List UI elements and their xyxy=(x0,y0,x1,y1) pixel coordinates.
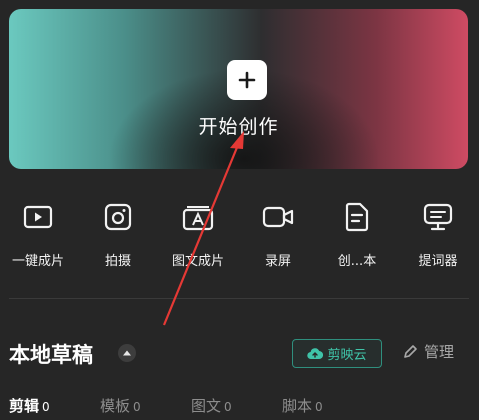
plus-icon[interactable] xyxy=(227,60,267,100)
tool-label: 提词器 xyxy=(418,254,458,269)
tool-label: 拍摄 xyxy=(104,254,131,269)
manage-button[interactable]: 管理 xyxy=(402,341,454,362)
tab-template[interactable]: 模板 0 xyxy=(100,395,141,416)
start-create-label: 开始创作 xyxy=(198,116,279,138)
tool-text-to-video[interactable]: 图文成片 xyxy=(163,200,233,269)
tab-script[interactable]: 脚本 0 xyxy=(282,395,323,416)
tab-edit[interactable]: 剪辑 0 xyxy=(9,395,50,416)
tool-label: 创...本 xyxy=(337,254,377,269)
quick-tools-row: 一键成片 拍摄 图文成片 录屏 创...本 提词器 xyxy=(0,200,479,280)
tool-label: 录屏 xyxy=(264,254,291,269)
tab-label: 脚本 xyxy=(282,397,313,415)
collapse-icon[interactable] xyxy=(117,343,137,363)
tool-one-click-video[interactable]: 一键成片 xyxy=(3,200,73,269)
tool-label: 图文成片 xyxy=(171,254,224,269)
tab-label: 剪辑 xyxy=(9,397,40,415)
pencil-icon xyxy=(404,344,417,358)
teleprompter-icon xyxy=(421,200,455,234)
tab-count: 0 xyxy=(224,400,232,414)
manage-label: 管理 xyxy=(424,343,455,361)
start-create-banner[interactable]: 开始创作 xyxy=(9,9,468,169)
tab-text-image[interactable]: 图文 0 xyxy=(191,395,232,416)
tool-shoot[interactable]: 拍摄 xyxy=(83,200,153,269)
tool-label: 一键成片 xyxy=(11,254,64,269)
local-drafts-title: 本地草稿 xyxy=(9,343,93,367)
tab-count: 0 xyxy=(42,400,50,414)
text-image-icon xyxy=(181,200,215,234)
script-icon xyxy=(340,200,374,234)
section-divider xyxy=(9,298,469,299)
cloud-button-label: 剪映云 xyxy=(327,348,367,363)
tab-label: 图文 xyxy=(191,397,222,415)
camera-icon xyxy=(101,200,135,234)
play-icon xyxy=(21,200,55,234)
tab-count: 0 xyxy=(315,400,323,414)
cloud-upload-icon xyxy=(307,348,324,360)
tab-label: 模板 xyxy=(100,397,131,415)
tab-count: 0 xyxy=(133,400,141,414)
tool-script[interactable]: 创...本 xyxy=(322,200,392,269)
tool-teleprompter[interactable]: 提词器 xyxy=(403,200,473,269)
jianying-cloud-button[interactable]: 剪映云 xyxy=(292,339,382,368)
video-record-icon xyxy=(261,200,295,234)
tool-screen-record[interactable]: 录屏 xyxy=(243,200,313,269)
